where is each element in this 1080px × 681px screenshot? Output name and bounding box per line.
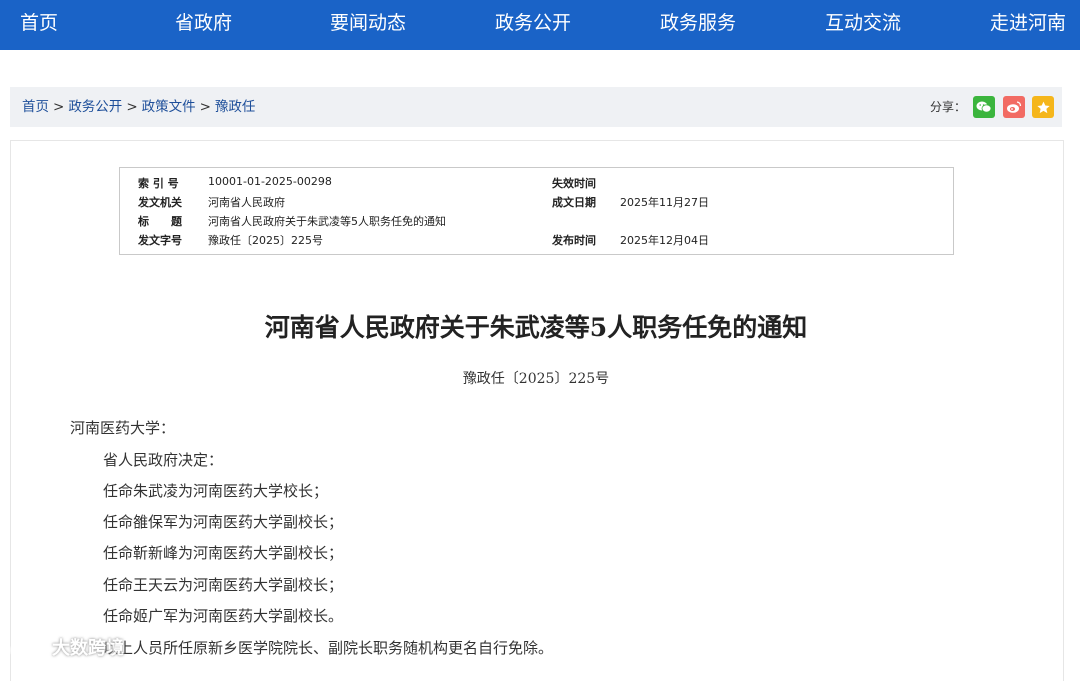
nav-item-news[interactable]: 要闻动态 [330, 0, 406, 50]
index-number-value: 10001-01-2025-00298 [208, 175, 332, 188]
index-number-label: 索 引 号 [138, 177, 179, 190]
document-metadata-table: 索 引 号 10001-01-2025-00298 失效时间 发文机关 河南省人… [119, 167, 954, 255]
breadcrumb-home-link[interactable]: 首页 [22, 99, 49, 115]
wechat-icon [976, 101, 992, 113]
favorite-button[interactable] [1032, 96, 1054, 118]
weibo-share-button[interactable] [1003, 96, 1025, 118]
weibo-icon [1007, 101, 1022, 113]
breadcrumb-separator: > [53, 99, 65, 115]
salutation: 河南医药大学： [70, 419, 176, 437]
nav-item-interaction[interactable]: 互动交流 [825, 0, 901, 50]
breadcrumb-bar: 首页 > 政务公开 > 政策文件 > 豫政任 分享： [10, 87, 1062, 127]
body-paragraph: 以上人员所任原新乡医学院院长、副院长职务随机构更名自行免除。 [103, 639, 554, 657]
publish-time-value: 2025年12月04日 [620, 234, 709, 247]
breadcrumb-separator: > [126, 99, 138, 115]
breadcrumb: 首页 > 政务公开 > 政策文件 > 豫政任 [22, 87, 255, 127]
body-paragraph: 任命靳新峰为河南医药大学副校长； [103, 544, 344, 562]
nav-item-about-henan[interactable]: 走进河南 [990, 0, 1066, 50]
breadcrumb-separator: > [199, 99, 211, 115]
wechat-share-button[interactable] [973, 96, 995, 118]
nav-item-government-affairs[interactable]: 政务公开 [495, 0, 571, 50]
publish-time-label: 发布时间 [552, 234, 596, 247]
expiry-time-label: 失效时间 [552, 177, 596, 190]
document-number-value: 豫政任〔2025〕225号 [208, 234, 323, 247]
body-paragraph: 任命朱武凌为河南医药大学校长； [103, 482, 329, 500]
nav-item-home[interactable]: 首页 [20, 0, 58, 50]
share-label: 分享： [930, 100, 967, 114]
document-number: 豫政任〔2025〕225号 [462, 371, 610, 387]
written-date-value: 2025年11月27日 [620, 196, 709, 209]
title-value: 河南省人民政府关于朱武凌等5人职务任免的通知 [208, 215, 446, 228]
top-nav: 首页 省政府 要闻动态 政务公开 政务服务 互动交流 走进河南 [0, 0, 1080, 50]
issuing-authority-value: 河南省人民政府 [208, 196, 285, 209]
watermark: 大数跨境 [8, 632, 124, 662]
body-paragraph: 任命王天云为河南医药大学副校长； [103, 576, 344, 594]
watermark-logo-icon [10, 638, 46, 656]
star-icon [1036, 101, 1050, 113]
nav-item-government-services[interactable]: 政务服务 [660, 0, 736, 50]
watermark-text: 大数跨境 [52, 638, 124, 659]
document-title: 河南省人民政府关于朱武凌等5人职务任免的通知 [264, 313, 808, 342]
breadcrumb-yuzhengren-link[interactable]: 豫政任 [215, 99, 256, 115]
body-paragraph: 任命姬广军为河南医药大学副校长。 [103, 607, 344, 625]
title-label: 标 题 [138, 215, 182, 228]
breadcrumb-government-affairs-link[interactable]: 政务公开 [68, 99, 122, 115]
nav-item-provincial-government[interactable]: 省政府 [175, 0, 232, 50]
document-number-label: 发文字号 [138, 234, 182, 247]
body-paragraph: 省人民政府决定： [103, 451, 224, 469]
body-paragraph: 任命雒保军为河南医药大学副校长； [103, 513, 344, 531]
breadcrumb-policy-documents-link[interactable]: 政策文件 [142, 99, 196, 115]
written-date-label: 成文日期 [552, 196, 596, 209]
issuing-authority-label: 发文机关 [138, 196, 182, 209]
